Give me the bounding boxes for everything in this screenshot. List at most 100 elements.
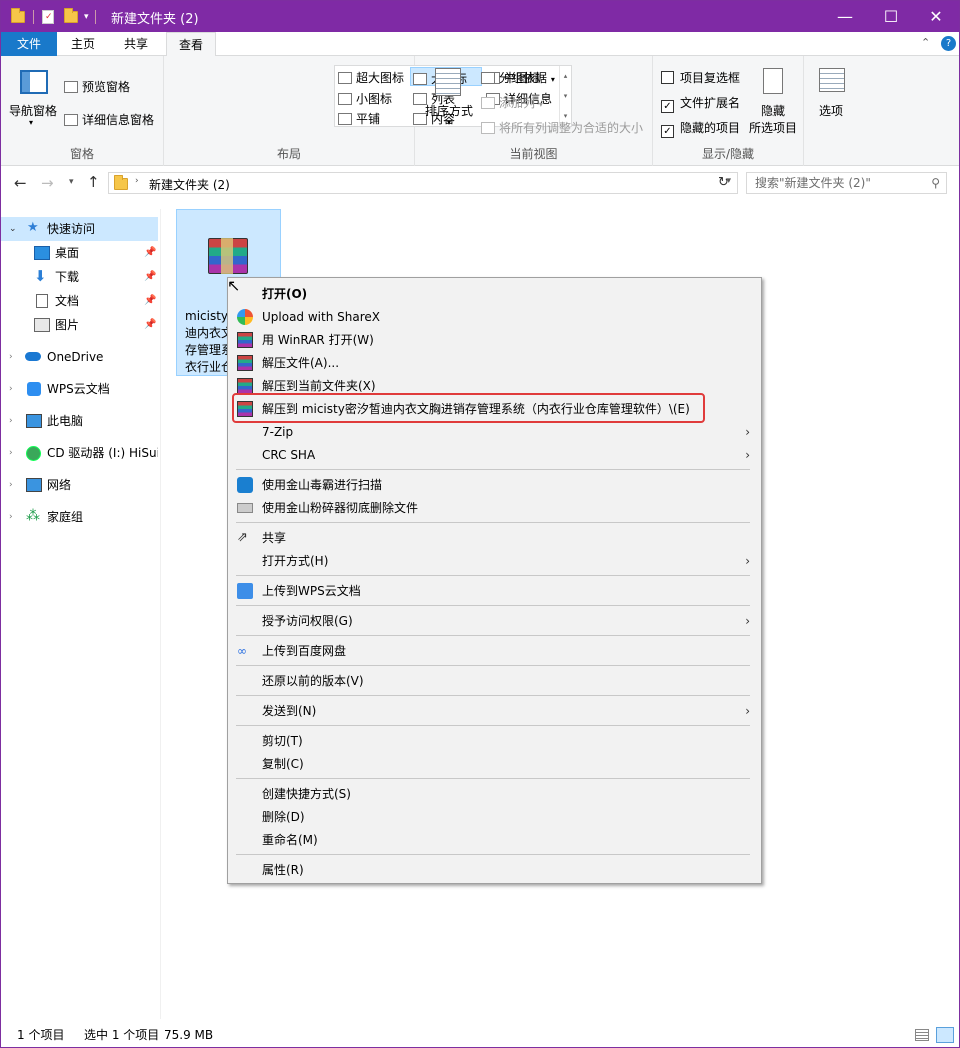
menu-item-properties[interactable]: 属性(R) [231,859,758,881]
small-icons-icon [338,93,352,105]
pin-icon[interactable]: 📌 [144,265,156,289]
ribbon: 导航窗格 ▾ 预览窗格 详细信息窗格 窗格 超大图标 大图标 中图标 小图标 列… [1,56,959,166]
fit-columns-button[interactable]: 将所有列调整为合适的大小 [481,119,643,136]
large-icons-view-icon[interactable] [936,1027,954,1043]
recent-locations-icon[interactable]: ▾ [69,177,74,187]
menu-item-sharex[interactable]: Upload with ShareX [231,306,758,328]
forward-icon[interactable]: → [41,174,54,192]
hide-selected-label-2[interactable]: 所选项目 [749,119,797,136]
sidebar-item-pictures[interactable]: 图片 📌 [1,313,158,337]
menu-item-grant-access[interactable]: 授予访问权限(G) › [231,610,758,632]
sidebar-item-desktop[interactable]: 桌面 📌 [1,241,158,265]
sort-icon [435,68,461,96]
expand-chevron-icon[interactable]: › [9,505,13,529]
layout-tiles[interactable]: 平铺 [338,110,380,127]
pin-icon[interactable]: 📌 [144,289,156,313]
sidebar-item-wps[interactable]: › WPS云文档 [1,377,158,401]
tab-file[interactable]: 文件 [1,32,57,56]
sidebar-item-label: OneDrive [47,350,104,364]
tab-home[interactable]: 主页 [59,32,107,56]
details-view-icon[interactable] [915,1029,929,1041]
add-columns-button[interactable]: 添加列 ▾ [481,94,543,111]
details-pane-button[interactable]: 详细信息窗格 [64,111,154,128]
sidebar-item-downloads[interactable]: ⬇ 下载 📌 [1,265,158,289]
expand-chevron-icon[interactable]: › [9,409,13,433]
sort-dropdown-icon[interactable]: ▾ [447,118,451,127]
hide-selected-label-1[interactable]: 隐藏 [761,102,785,119]
pane-group: 导航窗格 ▾ 预览窗格 详细信息窗格 窗格 [1,56,164,166]
refresh-icon[interactable]: ↻ [718,175,729,190]
breadcrumb-current[interactable]: 新建文件夹 (2) [149,176,230,193]
layout-xl-icons[interactable]: 超大图标 [338,69,404,86]
sort-by-button[interactable]: 排序方式 [425,102,473,119]
menu-item-rename[interactable]: 重命名(M) [231,829,758,851]
new-folder-icon[interactable] [64,8,78,23]
menu-item-open[interactable]: 打开(O) [231,283,758,305]
expand-chevron-icon[interactable]: › [9,377,13,401]
sidebar-item-documents[interactable]: 文档 📌 [1,289,158,313]
options-button[interactable]: 选项 [819,102,843,119]
back-icon[interactable]: ← [14,174,27,192]
pin-icon[interactable]: 📌 [144,241,156,265]
menu-item-delete[interactable]: 删除(D) [231,806,758,828]
wps-cloud-icon [237,583,253,599]
sidebar-item-cd[interactable]: › CD 驱动器 (I:) HiSuit [1,441,158,465]
sidebar-item-thispc[interactable]: › 此电脑 [1,409,158,433]
expand-chevron-icon[interactable]: › [9,345,13,369]
properties-icon[interactable]: ✓ [42,10,54,24]
menu-item-winrar-open[interactable]: 用 WinRAR 打开(W) [231,329,758,351]
tab-view[interactable]: 查看 [166,32,217,57]
sidebar-item-quick-access[interactable]: ⌄ ★ 快速访问 [1,217,158,241]
up-icon[interactable]: ↑ [87,173,100,191]
expand-chevron-icon[interactable]: ⌄ [9,217,17,241]
file-extensions-checkbox[interactable]: ✓ [661,100,674,113]
customize-dropdown-icon[interactable]: ▾ [84,12,89,22]
help-icon[interactable]: ? [941,36,956,51]
menu-item-share[interactable]: ⇗ 共享 [231,527,758,549]
group-by-button[interactable]: 分组依据 ▾ [481,69,555,86]
pin-icon[interactable]: 📌 [144,313,156,337]
menu-item-cut[interactable]: 剪切(T) [231,730,758,752]
menu-item-copy[interactable]: 复制(C) [231,753,758,775]
menu-item-kingsoft-scan[interactable]: 使用金山毒霸进行扫描 [231,474,758,496]
expand-chevron-icon[interactable]: › [9,441,13,465]
layout-small-icons[interactable]: 小图标 [338,90,392,107]
breadcrumb-chevron-icon[interactable]: › [135,176,139,186]
sidebar-item-network[interactable]: › 网络 [1,473,158,497]
tab-share[interactable]: 共享 [112,32,160,56]
sidebar-item-onedrive[interactable]: › OneDrive [1,345,158,369]
minimize-button[interactable]: — [822,1,868,32]
nav-pane-dropdown-icon[interactable]: ▾ [29,118,33,127]
search-icon: ⚲ [931,176,940,190]
menu-item-restore-versions[interactable]: 还原以前的版本(V) [231,670,758,692]
menu-item-kingsoft-shred[interactable]: 使用金山粉碎器彻底删除文件 [231,497,758,519]
item-checkboxes-checkbox[interactable] [661,71,674,84]
close-button[interactable]: ✕ [913,1,959,32]
item-checkboxes-toggle[interactable]: 项目复选框 [661,69,740,86]
address-bar[interactable]: › 新建文件夹 (2) ▾ [108,172,738,194]
nav-pane-button[interactable]: 导航窗格 [9,102,57,119]
navigation-bar: ← → ▾ ↑ › 新建文件夹 (2) ▾ ↻ 搜索"新建文件夹 (2)" ⚲ [1,167,959,202]
maximize-button[interactable]: ☐ [868,1,914,32]
menu-item-extract[interactable]: 解压文件(A)... [231,352,758,374]
menu-item-wps-upload[interactable]: 上传到WPS云文档 [231,580,758,602]
expand-chevron-icon[interactable]: › [9,473,13,497]
menu-item-open-with[interactable]: 打开方式(H) › [231,550,758,572]
menu-separator [236,575,750,576]
menu-item-send-to[interactable]: 发送到(N) › [231,700,758,722]
menu-item-crc-sha[interactable]: CRC SHA › [231,444,758,466]
preview-pane-button[interactable]: 预览窗格 [64,78,130,95]
ribbon-collapse-icon[interactable]: ⌃ [921,36,930,49]
hidden-items-checkbox[interactable]: ✓ [661,125,674,138]
file-extensions-toggle[interactable]: ✓ 文件扩展名 [661,94,740,113]
menu-item-create-shortcut[interactable]: 创建快捷方式(S) [231,783,758,805]
hidden-items-toggle[interactable]: ✓ 隐藏的项目 [661,119,740,138]
menu-item-baidu-upload[interactable]: ∞ 上传到百度网盘 [231,640,758,662]
menu-item-7zip[interactable]: 7-Zip › [231,421,758,443]
search-input[interactable]: 搜索"新建文件夹 (2)" ⚲ [746,172,947,194]
sidebar-item-homegroup[interactable]: › ⁂ 家庭组 [1,505,158,529]
options-group: 选项 [804,56,859,166]
menu-separator [236,725,750,726]
menu-item-label: 使用金山粉碎器彻底删除文件 [262,501,419,515]
details-pane-label: 详细信息窗格 [82,113,155,127]
